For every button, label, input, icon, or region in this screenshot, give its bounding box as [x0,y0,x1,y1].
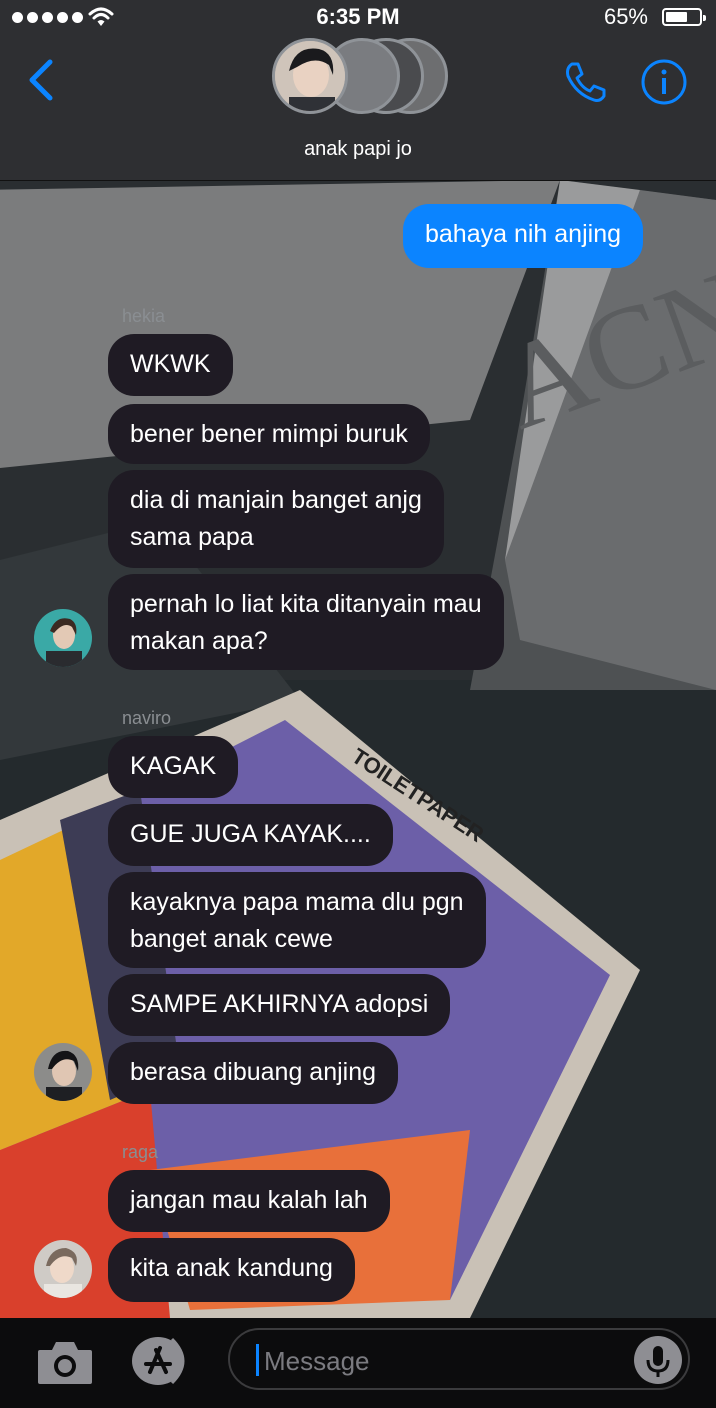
incoming-message[interactable]: kayaknya papa mama dlu pgn banget anak c… [108,872,486,968]
message-input-bar [0,1318,716,1408]
incoming-message[interactable]: SAMPE AKHIRNYA adopsi [108,974,451,1036]
message-line: dia di manjain banget anjg [130,486,422,514]
call-button[interactable] [560,58,608,106]
microphone-button[interactable] [634,1336,682,1384]
message-line: sama papa [130,523,254,551]
message-line: kayaknya papa mama dlu pgn [130,888,464,916]
incoming-message[interactable]: jangan mau kalah lah [108,1170,390,1232]
message-line: pernah lo liat kita ditanyain mau [130,590,482,618]
message-line: banget anak cewe [130,925,333,953]
avatar[interactable] [34,1043,92,1101]
back-button[interactable] [22,56,62,104]
incoming-message[interactable]: WKWK [108,334,233,396]
message-line: makan apa? [130,627,268,655]
incoming-message[interactable]: bener bener mimpi buruk [108,404,430,464]
camera-icon [38,1342,92,1384]
status-bar: 6:35 PM 65% [0,0,716,36]
incoming-message[interactable]: pernah lo liat kita ditanyain mau makan … [108,574,504,670]
sender-name: hekia [122,306,166,326]
incoming-message[interactable]: kita anak kandung [108,1238,355,1302]
text-cursor [256,1344,259,1376]
incoming-message[interactable]: berasa dibuang anjing [108,1042,399,1104]
microphone-icon [646,1346,670,1377]
incoming-message[interactable]: KAGAK [108,736,239,798]
avatar[interactable] [34,1240,92,1298]
incoming-message[interactable]: GUE JUGA KAYAK.... [108,804,393,866]
message-input[interactable] [262,1338,626,1384]
battery-percentage: 65% [603,4,648,29]
avatar[interactable] [34,609,92,667]
sender-name: raga [122,1142,159,1162]
phone-icon [566,62,606,102]
outgoing-message[interactable]: bahaya nih anjing [403,204,643,268]
battery-icon [662,8,706,26]
camera-button[interactable] [36,1338,94,1386]
info-button[interactable] [640,58,688,106]
incoming-message[interactable]: dia di manjain banget anjg sama papa [108,470,444,568]
chevron-left-icon [29,59,53,101]
group-name[interactable]: anak papi jo [0,138,716,161]
group-avatars[interactable] [272,38,452,118]
message-field[interactable] [228,1328,690,1390]
sender-name: naviro [122,708,172,728]
apps-button[interactable] [130,1336,194,1386]
avatar [272,38,348,114]
info-icon [641,59,687,105]
app-store-icon [132,1337,185,1385]
